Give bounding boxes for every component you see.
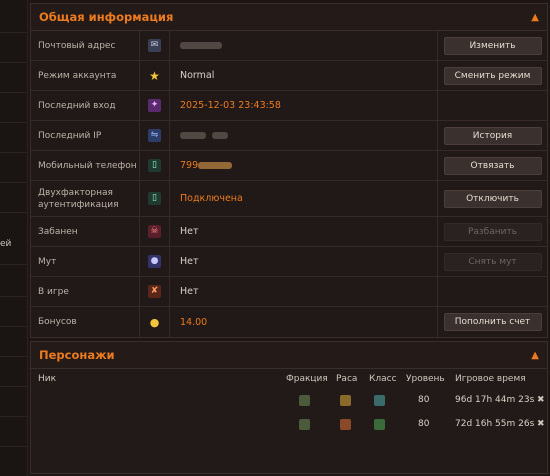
last-login-label: Последний вход xyxy=(38,100,116,111)
row-in-game: В игре ✘ Нет xyxy=(31,277,547,307)
faction-icon xyxy=(299,395,310,406)
disable-twofa-button[interactable]: Отключить xyxy=(443,189,542,208)
banned-value: Нет xyxy=(180,226,199,237)
email-icon: ✉ xyxy=(148,39,161,52)
row-twofa: Двухфакторная аутентификация ▯ Подключен… xyxy=(31,181,547,217)
col-race[interactable]: Раса xyxy=(336,374,357,384)
left-sidebar: ей xyxy=(0,0,28,476)
unban-button[interactable]: Разбанить xyxy=(443,222,542,241)
ingame-icon: ✘ xyxy=(148,285,161,298)
col-nick[interactable]: Ник xyxy=(38,374,56,384)
email-value xyxy=(170,40,437,51)
banned-label: Забанен xyxy=(38,226,78,237)
characters-panel: Персонажи ▲ Ник Фракция Раса Класс Урове… xyxy=(30,341,548,474)
character-level: 80 xyxy=(418,419,430,429)
ban-icon: ☠ xyxy=(148,225,161,238)
account-mode-value: Normal xyxy=(180,70,215,81)
faction-icon xyxy=(299,419,310,430)
general-info-header[interactable]: Общая информация ▲ xyxy=(31,4,547,31)
phone-icon: ▯ xyxy=(148,159,161,172)
network-icon: ⇋ xyxy=(148,129,161,142)
general-info-panel: Общая информация ▲ Почтовый адрес ✉ Изме… xyxy=(30,3,548,338)
row-bonuses: Бонусов ● 14.00 Пополнить счет xyxy=(31,307,547,337)
last-login-value: 2025-12-03 23:43:58 xyxy=(180,100,281,111)
general-info-title: Общая информация xyxy=(39,10,174,24)
trash-icon[interactable]: ✖ xyxy=(537,419,545,429)
class-icon xyxy=(374,395,385,406)
col-playtime[interactable]: Игровое время xyxy=(455,374,526,384)
bonuses-label: Бонусов xyxy=(38,317,77,327)
unlink-phone-button[interactable]: Отвязать xyxy=(443,156,542,175)
character-playtime: 72d 16h 55m 26s xyxy=(455,419,535,429)
mute-value: Нет xyxy=(180,256,199,267)
row-phone: Мобильный телефон ▯ 799 Отвязать xyxy=(31,151,547,181)
collapse-chevron-icon[interactable]: ▲ xyxy=(531,350,539,361)
last-ip-label: Последний IP xyxy=(38,130,102,141)
ip-history-button[interactable]: История xyxy=(443,126,542,145)
twofa-label: Двухфакторная аутентификация xyxy=(38,187,119,210)
phone-value: 799 xyxy=(170,160,437,171)
top-up-button[interactable]: Пополнить счет xyxy=(443,313,542,331)
trash-icon[interactable]: ✖ xyxy=(537,395,545,405)
twofa-value: Подключена xyxy=(180,193,243,204)
characters-title: Персонажи xyxy=(39,348,115,362)
in-game-value: Нет xyxy=(180,286,199,297)
coin-icon: ● xyxy=(149,315,160,329)
character-playtime: 96d 17h 44m 23s xyxy=(455,395,535,405)
in-game-label: В игре xyxy=(38,286,69,297)
row-last-login: Последний вход ✦ 2025-12-03 23:43:58 xyxy=(31,91,547,121)
character-row[interactable]: 80 96d 17h 44m 23s ✖ xyxy=(31,390,547,412)
mute-icon: ● xyxy=(148,255,161,268)
account-mode-label: Режим аккаунта xyxy=(38,70,117,81)
mute-label: Мут xyxy=(38,256,57,267)
row-banned: Забанен ☠ Нет Разбанить xyxy=(31,217,547,247)
row-account-mode: Режим аккаунта ★ Normal Сменить режим xyxy=(31,61,547,91)
col-faction[interactable]: Фракция xyxy=(286,374,328,384)
change-mode-button[interactable]: Сменить режим xyxy=(443,66,542,85)
phone-label: Мобильный телефон xyxy=(38,160,137,171)
col-level[interactable]: Уровень xyxy=(406,374,445,384)
character-level: 80 xyxy=(418,395,430,405)
row-last-ip: Последний IP ⇋ История xyxy=(31,121,547,151)
row-mute: Мут ● Нет Снять мут xyxy=(31,247,547,277)
characters-table-header: Ник Фракция Раса Класс Уровень Игровое в… xyxy=(31,369,547,389)
sidebar-text-fragment[interactable]: ей xyxy=(0,239,11,249)
email-label: Почтовый адрес xyxy=(38,40,116,51)
race-icon xyxy=(340,419,351,430)
characters-header[interactable]: Персонажи ▲ xyxy=(31,342,547,369)
row-email: Почтовый адрес ✉ Изменить xyxy=(31,31,547,61)
twofa-icon: ▯ xyxy=(148,192,161,205)
change-email-button[interactable]: Изменить xyxy=(443,36,542,55)
col-class[interactable]: Класс xyxy=(369,374,397,384)
collapse-chevron-icon[interactable]: ▲ xyxy=(531,12,539,23)
class-icon xyxy=(374,419,385,430)
login-icon: ✦ xyxy=(148,99,161,112)
star-icon: ★ xyxy=(149,68,160,83)
race-icon xyxy=(340,395,351,406)
unmute-button[interactable]: Снять мут xyxy=(443,252,542,271)
last-ip-value xyxy=(170,130,437,141)
character-row[interactable]: 80 72d 16h 55m 26s ✖ xyxy=(31,414,547,436)
bonuses-value: 14.00 xyxy=(180,316,208,328)
